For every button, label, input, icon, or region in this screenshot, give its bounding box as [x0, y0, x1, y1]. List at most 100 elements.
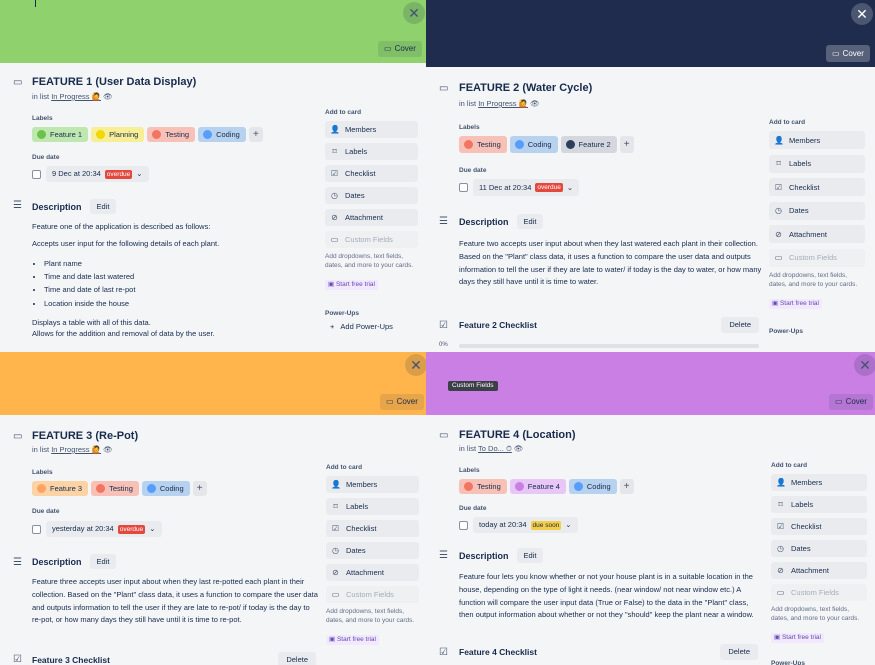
list-item: Time and date last watered [44, 270, 135, 283]
dates-button[interactable]: ◷ Dates [769, 201, 865, 220]
checklist-button[interactable]: ☑ Checklist [325, 165, 418, 182]
card-title[interactable]: FEATURE 3 (Re-Pot) [32, 430, 138, 442]
add-powerups-button[interactable]: + Add Power-Ups [325, 322, 418, 331]
start-trial-button[interactable]: ▣ Start free trial [325, 280, 378, 290]
cover-label: Cover [396, 397, 418, 406]
labels-list: Feature 3 Testing Coding + [32, 481, 207, 496]
sidebar-label: Dates [345, 191, 365, 200]
card-title[interactable]: FEATURE 1 (User Data Display) [32, 76, 196, 88]
label-chip[interactable]: Planning [91, 127, 145, 142]
list-link[interactable]: To Do... ⏱ [478, 444, 512, 453]
watch-icon[interactable]: 👁 [530, 99, 540, 108]
label-chip[interactable]: Feature 2 [560, 136, 617, 153]
delete-checklist-button[interactable]: Delete [278, 652, 316, 665]
dates-button[interactable]: ◷ Dates [326, 542, 419, 559]
label-chip[interactable]: Feature 4 [509, 479, 566, 494]
label-chip[interactable]: Coding [141, 481, 190, 496]
cover-button[interactable]: ▭ Cover [380, 394, 424, 410]
label-chip[interactable]: Testing [459, 136, 507, 153]
edit-button[interactable]: Edit [89, 199, 117, 214]
edit-button[interactable]: Edit [89, 554, 117, 569]
close-icon[interactable]: ✕ [854, 354, 875, 376]
label-color-dot [203, 130, 213, 139]
due-heading: Due date [459, 167, 487, 174]
list-link[interactable]: In Progress 🙋 [51, 92, 101, 101]
checklist-title[interactable]: Feature 3 Checklist [32, 655, 110, 665]
card-title[interactable]: FEATURE 2 (Water Cycle) [459, 82, 592, 94]
custom-fields-button[interactable]: ▭ Custom Fields [769, 248, 865, 267]
label-chip[interactable]: Coding [198, 127, 246, 142]
label-chip[interactable]: Coding [568, 479, 617, 494]
custom-fields-button[interactable]: ▭ Custom Fields [771, 584, 867, 601]
chevron-down-icon: ⌄ [136, 169, 143, 178]
label-chip[interactable]: Coding [509, 136, 558, 153]
start-trial-button[interactable]: ▣ Start free trial [771, 633, 824, 643]
list-link[interactable]: In Progress 🙋 [478, 99, 528, 108]
due-date-button[interactable]: yesterday at 20:34 overdue ⌄ [46, 521, 162, 537]
list-link[interactable]: In Progress 🙋 [51, 445, 101, 454]
add-label-button[interactable]: + [619, 136, 634, 153]
label-color-dot [464, 140, 473, 149]
watch-icon[interactable]: 👁 [103, 92, 113, 101]
delete-checklist-button[interactable]: Delete [721, 317, 759, 333]
attachment-button[interactable]: ⊘ Attachment [771, 562, 867, 579]
add-label-button[interactable]: + [619, 479, 634, 494]
edit-button[interactable]: Edit [516, 548, 544, 563]
cover-button[interactable]: ▭ Cover [378, 41, 422, 57]
sidebar-label: Custom Fields [346, 590, 394, 599]
watch-icon[interactable]: 👁 [514, 444, 524, 453]
attachment-button[interactable]: ⊘ Attachment [326, 564, 419, 581]
description-text: Feature one of the application is descri… [32, 222, 211, 231]
checklist-title[interactable]: Feature 2 Checklist [459, 320, 537, 330]
start-trial-button[interactable]: ▣ Start free trial [326, 635, 379, 645]
close-icon[interactable]: ✕ [405, 354, 426, 376]
description-text: Feature four lets you know whether or no… [459, 572, 754, 620]
label-chip[interactable]: Testing [147, 127, 196, 142]
members-button[interactable]: 👤 Members [769, 131, 865, 149]
due-checkbox[interactable] [32, 169, 41, 179]
cover-label: Cover [394, 44, 416, 53]
label-chip[interactable]: Feature 3 [32, 481, 89, 496]
attachment-button[interactable]: ⊘ Attachment [325, 209, 418, 226]
start-trial-button[interactable]: ▣ Start free trial [769, 299, 822, 309]
edit-button[interactable]: Edit [516, 214, 544, 229]
custom-fields-button[interactable]: ▭ Custom Fields [325, 231, 418, 248]
labels-button[interactable]: ⌑ Labels [771, 496, 867, 513]
add-label-button[interactable]: + [248, 127, 263, 142]
checklist-button[interactable]: ☑ Checklist [326, 520, 419, 537]
checklist-title[interactable]: Feature 4 Checklist [459, 647, 537, 657]
due-date-text: yesterday at 20:34 [52, 524, 114, 533]
members-button[interactable]: 👤 Members [325, 121, 418, 138]
due-checkbox[interactable] [459, 520, 468, 530]
due-checkbox[interactable] [459, 183, 468, 192]
checklist-button[interactable]: ☑ Checklist [771, 518, 867, 535]
labels-button[interactable]: ⌑ Labels [326, 498, 419, 515]
checklist-button[interactable]: ☑ Checklist [769, 178, 865, 196]
members-button[interactable]: 👤 Members [326, 476, 419, 493]
cover-button[interactable]: ▭ Cover [829, 394, 873, 410]
attachment-button[interactable]: ⊘ Attachment [769, 225, 865, 243]
cover-button[interactable]: ▭ Cover [826, 45, 870, 62]
paperclip-icon: ⊘ [775, 229, 782, 239]
custom-fields-button[interactable]: ▭ Custom Fields [326, 586, 419, 603]
close-icon[interactable]: ✕ [851, 3, 873, 25]
add-label-button[interactable]: + [192, 481, 207, 496]
card-title[interactable]: FEATURE 4 (Location) [459, 429, 576, 441]
person-icon: 👤 [331, 480, 341, 489]
label-chip[interactable]: Testing [459, 479, 507, 494]
label-chip[interactable]: Feature 1 [32, 127, 89, 142]
sidebar-heading: Add to card [326, 464, 363, 471]
members-button[interactable]: 👤 Members [771, 474, 867, 491]
labels-button[interactable]: ⌑ Labels [769, 154, 865, 173]
dates-button[interactable]: ◷ Dates [325, 187, 418, 204]
due-date-button[interactable]: 9 Dec at 20:34 overdue ⌄ [46, 166, 149, 182]
due-date-button[interactable]: today at 20:34 due soon ⌄ [473, 517, 578, 533]
label-chip[interactable]: Testing [91, 481, 139, 496]
labels-button[interactable]: ⌑ Labels [325, 143, 418, 160]
close-icon[interactable]: ✕ [403, 2, 425, 24]
due-checkbox[interactable] [32, 524, 41, 534]
delete-checklist-button[interactable]: Delete [720, 644, 758, 660]
due-date-button[interactable]: 11 Dec at 20:34 overdue ⌄ [473, 179, 580, 196]
watch-icon[interactable]: 👁 [103, 445, 113, 454]
dates-button[interactable]: ◷ Dates [771, 540, 867, 557]
